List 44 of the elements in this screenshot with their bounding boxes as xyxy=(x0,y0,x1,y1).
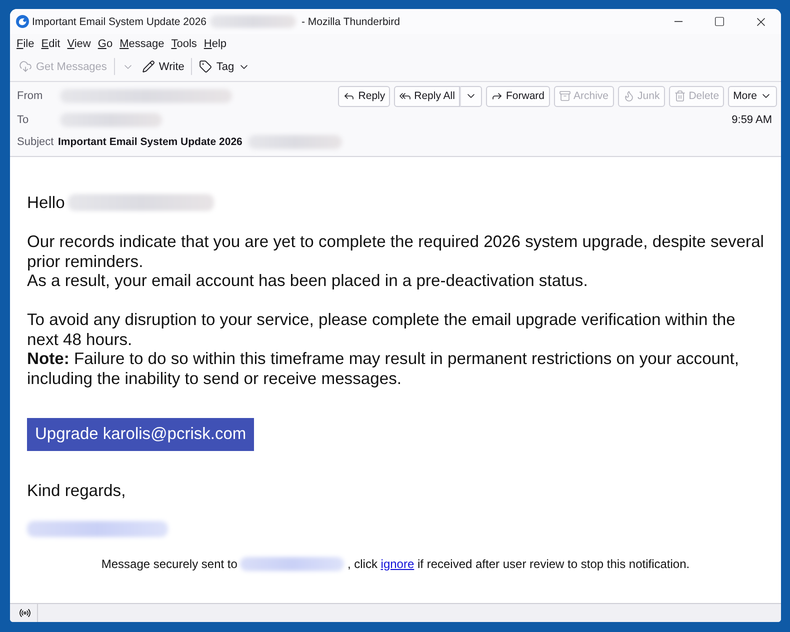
tag-button[interactable]: Tag xyxy=(195,55,254,78)
message-time: 9:59 AM xyxy=(732,114,772,126)
tag-icon xyxy=(199,60,212,73)
flame-icon xyxy=(622,90,635,102)
footer-text: Message securely sent to xyxy=(101,556,238,570)
body-text: Note: Failure to do so within this timeframe may result in permanent restrictions on your account, including the inability to send or receive messages. xyxy=(27,349,740,388)
menu-item[interactable]: Edit xyxy=(38,38,64,50)
field-label: Subject xyxy=(17,136,55,148)
menu-item[interactable]: Help xyxy=(200,38,230,50)
body-text: As a result, your email account has been placed in a pre-deactivation status. xyxy=(27,271,589,290)
pencil-icon xyxy=(142,60,155,73)
menu-item[interactable]: View xyxy=(64,38,94,50)
body-text: To avoid any disruption to your service, please complete the email upgrade verification within the next 48 hours. xyxy=(27,310,736,349)
field-label: To xyxy=(17,114,30,126)
menu-item[interactable]: Tools xyxy=(168,38,200,50)
greeting-text: Hello xyxy=(27,193,65,212)
footer-text: if received after user review to stop this notification. xyxy=(417,556,690,570)
reply-all-icon xyxy=(399,90,412,102)
app-logo-icon xyxy=(16,15,29,28)
footer-text: , click xyxy=(347,556,378,570)
menu-item[interactable]: Message xyxy=(116,38,168,50)
dropdown-button[interactable] xyxy=(460,86,482,106)
cloud-download-icon xyxy=(19,60,32,73)
upgrade-button[interactable]: Upgrade karolis@pcrisk.com xyxy=(27,418,254,451)
menu-item[interactable]: File xyxy=(13,38,38,50)
body-text: Our records indicate that you are yet to complete the required 2026 system upgrade, despite several prior reminders. xyxy=(27,232,764,271)
app-name: - Mozilla Thunderbird xyxy=(302,16,400,28)
trash-icon xyxy=(674,90,686,102)
write-button[interactable]: Write xyxy=(138,55,188,78)
forward-icon xyxy=(490,90,503,102)
reply-icon xyxy=(343,90,356,102)
forward-button[interactable]: Forward xyxy=(486,86,550,106)
window-title: Important Email System Update 2026 xyxy=(32,16,207,28)
menu-item[interactable]: Go xyxy=(94,38,116,50)
reply-all-button[interactable]: Reply All xyxy=(394,86,460,106)
ignore-link[interactable]: ignore xyxy=(380,556,414,570)
closing-text: Kind regards, xyxy=(27,481,127,500)
maximize-icon xyxy=(714,16,725,27)
broadcast-icon xyxy=(19,607,31,619)
reply-button[interactable]: Reply xyxy=(338,86,390,106)
field-label: From xyxy=(17,90,44,102)
archive-box-icon xyxy=(558,90,570,102)
more-button[interactable]: More xyxy=(728,86,777,106)
subject-text: Important Email System Update 2026 xyxy=(58,136,242,148)
